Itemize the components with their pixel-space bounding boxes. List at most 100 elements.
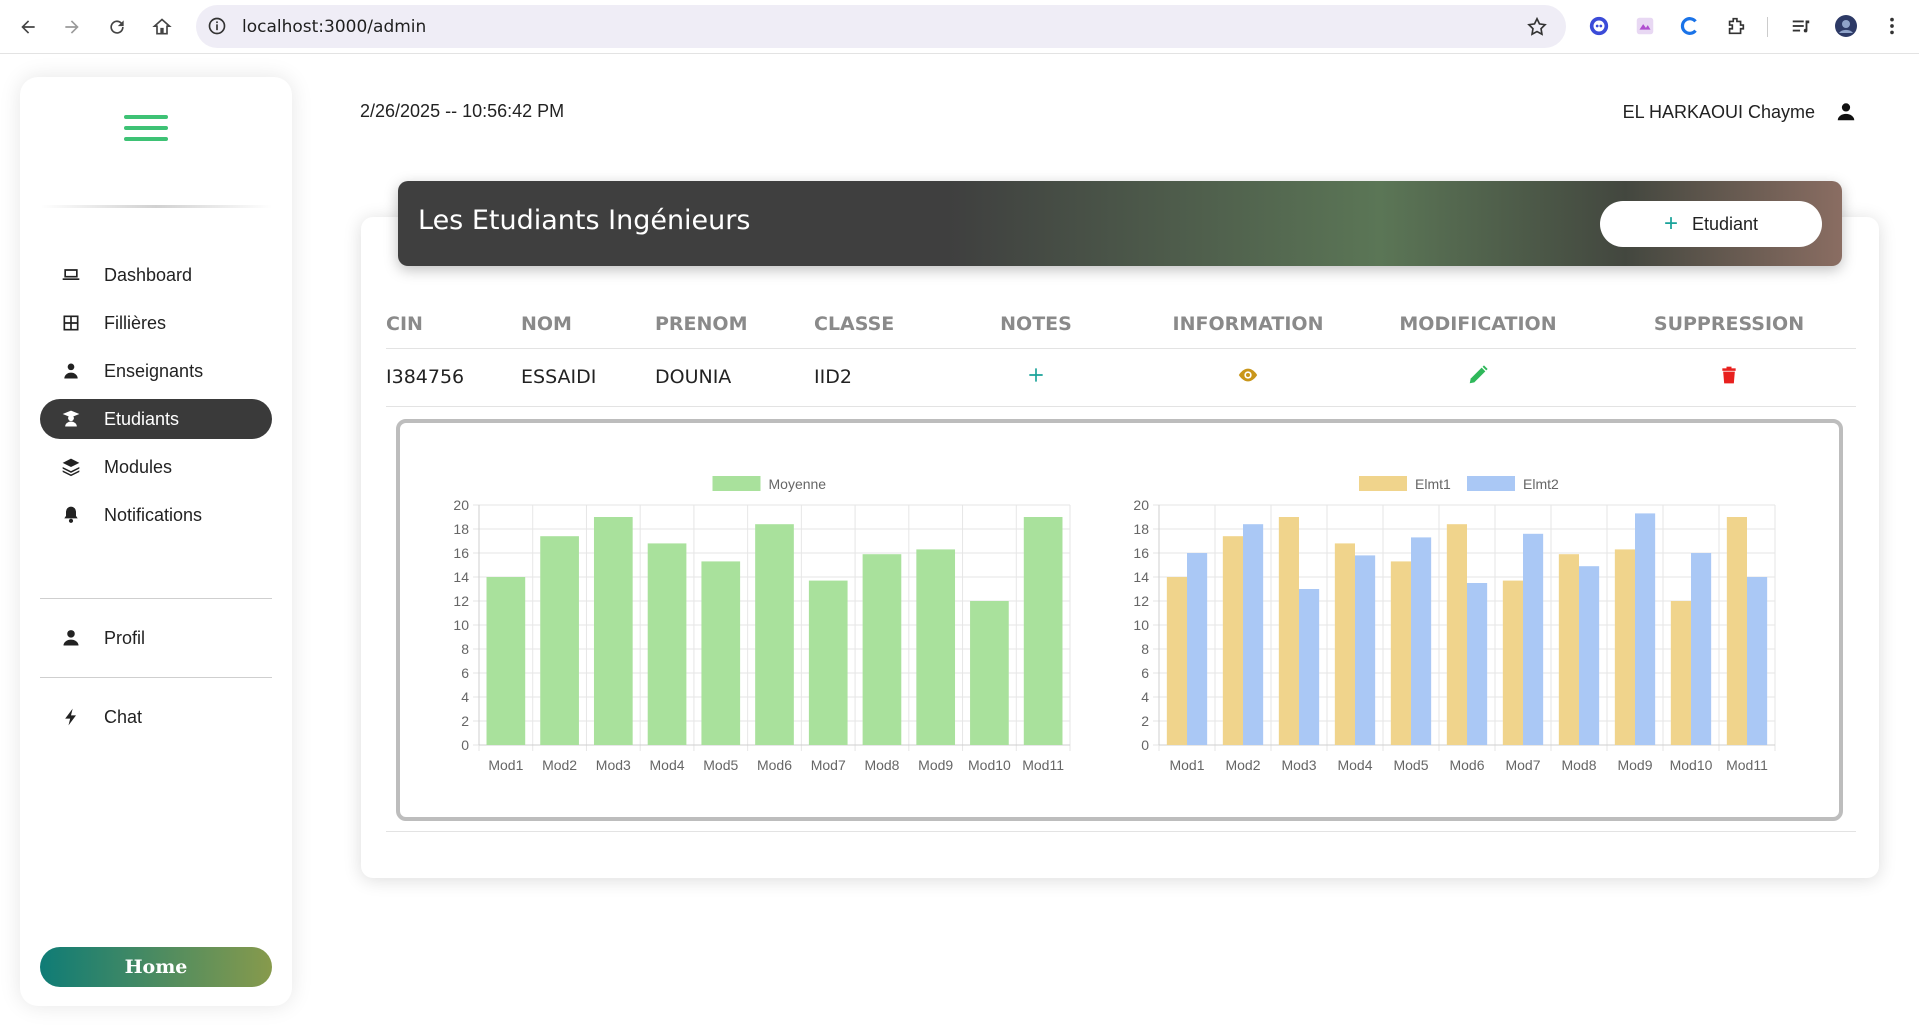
hamburger-menu-icon[interactable]: [124, 115, 168, 147]
sidebar-item-profil[interactable]: Profil: [40, 618, 272, 658]
address-bar[interactable]: localhost:3000/admin: [196, 5, 1566, 48]
home-button[interactable]: Home: [40, 947, 272, 987]
page-title: Les Etudiants Ingénieurs: [418, 205, 751, 236]
bar-elmt1: [1614, 549, 1635, 745]
students-table: CIN NOM PRENOM CLASSE NOTES INFORMATION …: [386, 300, 1856, 407]
bar-moyenne: [540, 536, 579, 745]
sidebar-item-dashboard[interactable]: Dashboard: [40, 255, 272, 295]
y-tick-label: 8: [461, 641, 469, 657]
bar-elmt1: [1446, 524, 1467, 745]
x-tick-label: Mod2: [1225, 757, 1260, 773]
delete-trash-icon[interactable]: [1719, 364, 1739, 391]
legend-swatch[interactable]: [1467, 476, 1515, 491]
x-tick-label: Mod9: [918, 757, 953, 773]
col-header-classe: CLASSE: [814, 300, 930, 349]
x-tick-label: Mod4: [650, 757, 685, 773]
sidebar-item-label: Dashboard: [104, 264, 193, 285]
bookmark-star-icon[interactable]: [1526, 16, 1548, 38]
sidebar-item-label: Modules: [104, 456, 173, 477]
x-tick-label: Mod5: [703, 757, 738, 773]
bar-elmt2: [1691, 553, 1712, 745]
y-tick-label: 16: [1133, 545, 1149, 561]
col-header-cin: CIN: [386, 300, 521, 349]
add-student-button[interactable]: + Etudiant: [1600, 201, 1822, 247]
y-tick-label: 20: [453, 497, 469, 513]
add-notes-plus-icon[interactable]: [1026, 365, 1046, 390]
sidebar-item-label: Fillières: [104, 312, 167, 333]
legend-label[interactable]: Elmt2: [1523, 476, 1559, 492]
bar-moyenne: [755, 524, 794, 745]
bar-elmt2: [1635, 513, 1656, 745]
bar-moyenne: [970, 601, 1009, 745]
forward-icon[interactable]: [58, 13, 86, 41]
sidebar-divider: [40, 598, 272, 599]
col-header-suppression: SUPPRESSION: [1602, 300, 1856, 349]
y-tick-label: 6: [1141, 665, 1149, 681]
cell-cin: I384756: [386, 348, 521, 407]
col-header-notes: NOTES: [930, 300, 1142, 349]
sidebar-item-chat[interactable]: Chat: [40, 697, 272, 737]
col-header-prenom: PRENOM: [655, 300, 814, 349]
bar-elmt2: [1411, 537, 1432, 745]
user-icon[interactable]: [1835, 101, 1857, 123]
sidebar-item-etudiants[interactable]: Etudiants: [40, 399, 272, 439]
bar-elmt1: [1670, 601, 1691, 745]
cell-modification: [1354, 348, 1602, 407]
sidebar-item-notifications[interactable]: Notifications: [40, 495, 272, 535]
bar-elmt2: [1243, 524, 1264, 745]
x-tick-label: Mod8: [1561, 757, 1596, 773]
sidebar-item-fillieres[interactable]: Fillières: [40, 303, 272, 343]
x-tick-label: Mod2: [542, 757, 577, 773]
sidebar-chat-menu: Chat: [40, 697, 272, 745]
bar-moyenne: [808, 580, 848, 745]
edit-pencil-icon[interactable]: [1467, 364, 1489, 391]
cell-information: [1142, 348, 1354, 407]
bar-elmt2: [1579, 566, 1600, 745]
legend-swatch[interactable]: [712, 476, 761, 491]
x-tick-label: Mod7: [811, 757, 846, 773]
bar-elmt2: [1747, 577, 1768, 745]
bar-elmt1: [1222, 536, 1243, 745]
sidebar-item-enseignants[interactable]: Enseignants: [40, 351, 272, 391]
legend-label[interactable]: Elmt1: [1415, 476, 1451, 492]
y-tick-label: 10: [1133, 617, 1149, 633]
reload-icon[interactable]: [103, 13, 131, 41]
site-info-icon[interactable]: [204, 13, 230, 39]
y-tick-label: 20: [1133, 497, 1149, 513]
elements-bar-chart: 0 2 4 6 8 10 12 14 16 18 20 Mod1 Mod2 Mod3 Mod4 Mod5 Mod…: [1133, 476, 1776, 773]
extension-icon[interactable]: [1633, 14, 1657, 38]
y-tick-label: 12: [453, 593, 469, 609]
view-eye-icon[interactable]: [1236, 364, 1260, 391]
y-tick-label: 2: [461, 713, 469, 729]
back-icon[interactable]: [14, 13, 42, 41]
bar-elmt1: [1334, 543, 1355, 745]
cell-classe: IID2: [814, 348, 930, 407]
student-icon: [60, 408, 82, 430]
legend-label[interactable]: Moyenne: [769, 476, 827, 492]
menu-kebab-icon[interactable]: [1880, 14, 1904, 38]
puzzle-icon[interactable]: [1724, 14, 1748, 38]
y-tick-label: 8: [1141, 641, 1149, 657]
col-header-information: INFORMATION: [1142, 300, 1354, 349]
bar-elmt1: [1166, 577, 1187, 745]
bar-elmt2: [1467, 583, 1488, 745]
user-icon: [60, 627, 82, 649]
bar-moyenne: [647, 543, 687, 745]
legend-swatch[interactable]: [1359, 476, 1407, 491]
plus-icon: +: [1663, 210, 1678, 237]
y-tick-label: 18: [453, 521, 469, 537]
profile-avatar-icon[interactable]: [1834, 14, 1858, 38]
browser-toolbar: localhost:3000/admin: [0, 0, 1919, 54]
home-icon[interactable]: [148, 13, 176, 41]
y-tick-label: 16: [453, 545, 469, 561]
x-tick-label: Mod10: [968, 757, 1011, 773]
sidebar-item-label: Etudiants: [104, 408, 180, 429]
x-tick-label: Mod11: [1022, 757, 1064, 773]
media-icon[interactable]: [1789, 14, 1813, 38]
sidebar-item-modules[interactable]: Modules: [40, 447, 272, 487]
extension-icon[interactable]: [1587, 14, 1611, 38]
extension-icon[interactable]: [1678, 14, 1702, 38]
bar-elmt1: [1502, 580, 1523, 745]
layers-icon: [60, 456, 82, 478]
bar-moyenne: [862, 554, 902, 745]
